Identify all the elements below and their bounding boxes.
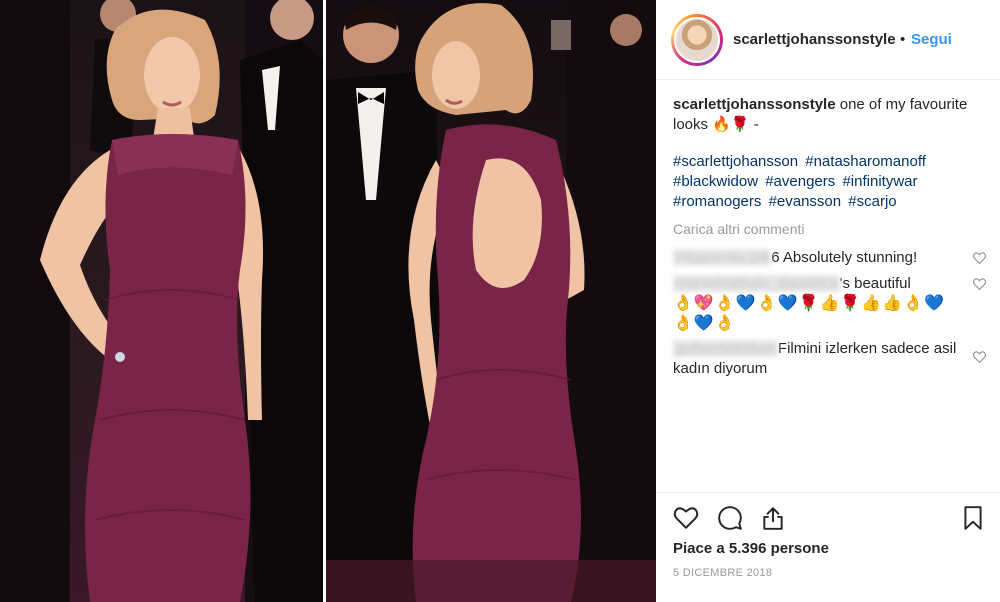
post-header: scarlettjohanssonstyle • Segui xyxy=(656,0,1000,80)
story-ring[interactable] xyxy=(671,14,723,66)
post-side-panel: scarlettjohanssonstyle • Segui scarlettj… xyxy=(656,0,1000,602)
load-more-comments-button[interactable]: Carica altri commenti xyxy=(673,221,804,237)
comment-item: marvelnathalu_daustrlcs's beautiful xyxy=(673,274,963,294)
post-date: 5 DICEMBRE 2018 xyxy=(673,567,773,579)
header-username[interactable]: scarlettjohanssonstyle xyxy=(733,31,896,48)
hashtag-link[interactable]: #romanogers xyxy=(673,193,761,210)
small-heart-icon[interactable] xyxy=(973,278,986,290)
photo-right-panel xyxy=(326,0,656,602)
comment-icon[interactable] xyxy=(717,505,743,531)
comment-emojis-line: 👌💙👌 xyxy=(673,315,736,332)
post-photo[interactable] xyxy=(0,0,656,602)
woman-back-illustration xyxy=(326,0,656,602)
comment-username[interactable]: gulfaerletkliban xyxy=(673,340,778,357)
caption-username[interactable]: scarlettjohanssonstyle xyxy=(673,96,836,113)
likes-count[interactable]: Piace a 5.396 persone xyxy=(673,540,829,557)
hashtag-link[interactable]: #natasharomanoff xyxy=(805,153,926,170)
post-actions-bar xyxy=(656,492,1000,542)
hashtag-link[interactable]: #evansson xyxy=(769,193,842,210)
photo-left-panel xyxy=(0,0,323,602)
comment-item: gulfaerletkliban Filmini izlerken sadece … xyxy=(673,339,963,379)
comment-username[interactable]: marvelnathalu_daustrlcs xyxy=(673,275,840,292)
woman-front-illustration xyxy=(0,0,323,602)
bookmark-icon[interactable] xyxy=(960,505,986,531)
comment-item: mlqaueritu.j96 6 Absolutely stunning! xyxy=(673,248,963,268)
small-heart-icon[interactable] xyxy=(973,252,986,264)
hashtag-link[interactable]: #blackwidow xyxy=(673,173,758,190)
heart-icon[interactable] xyxy=(673,505,699,531)
share-icon[interactable] xyxy=(760,505,786,531)
comment-username[interactable]: mlqaueritu.j96 xyxy=(673,249,772,266)
avatar[interactable] xyxy=(674,17,720,63)
hashtag-link[interactable]: #infinitywar xyxy=(842,173,917,190)
hashtag-link[interactable]: #scarjo xyxy=(848,193,896,210)
hashtag-link[interactable]: #scarlettjohansson xyxy=(673,153,798,170)
hashtag-list: #scarlettjohansson #natasharomanoff #bla… xyxy=(673,152,973,212)
comment-text: 's beautiful xyxy=(839,275,911,292)
comment-text: 6 Absolutely stunning! xyxy=(771,249,918,266)
header-separator: • xyxy=(900,31,906,48)
hashtag-link[interactable]: #avengers xyxy=(765,173,835,190)
small-heart-icon[interactable] xyxy=(973,351,986,363)
comment-emojis-line: 👌💖👌💙👌💙🌹👍🌹👍👍👌💙 xyxy=(673,295,945,312)
post-caption: scarlettjohanssonstyle one of my favouri… xyxy=(673,95,988,135)
follow-button[interactable]: Segui xyxy=(911,31,952,48)
